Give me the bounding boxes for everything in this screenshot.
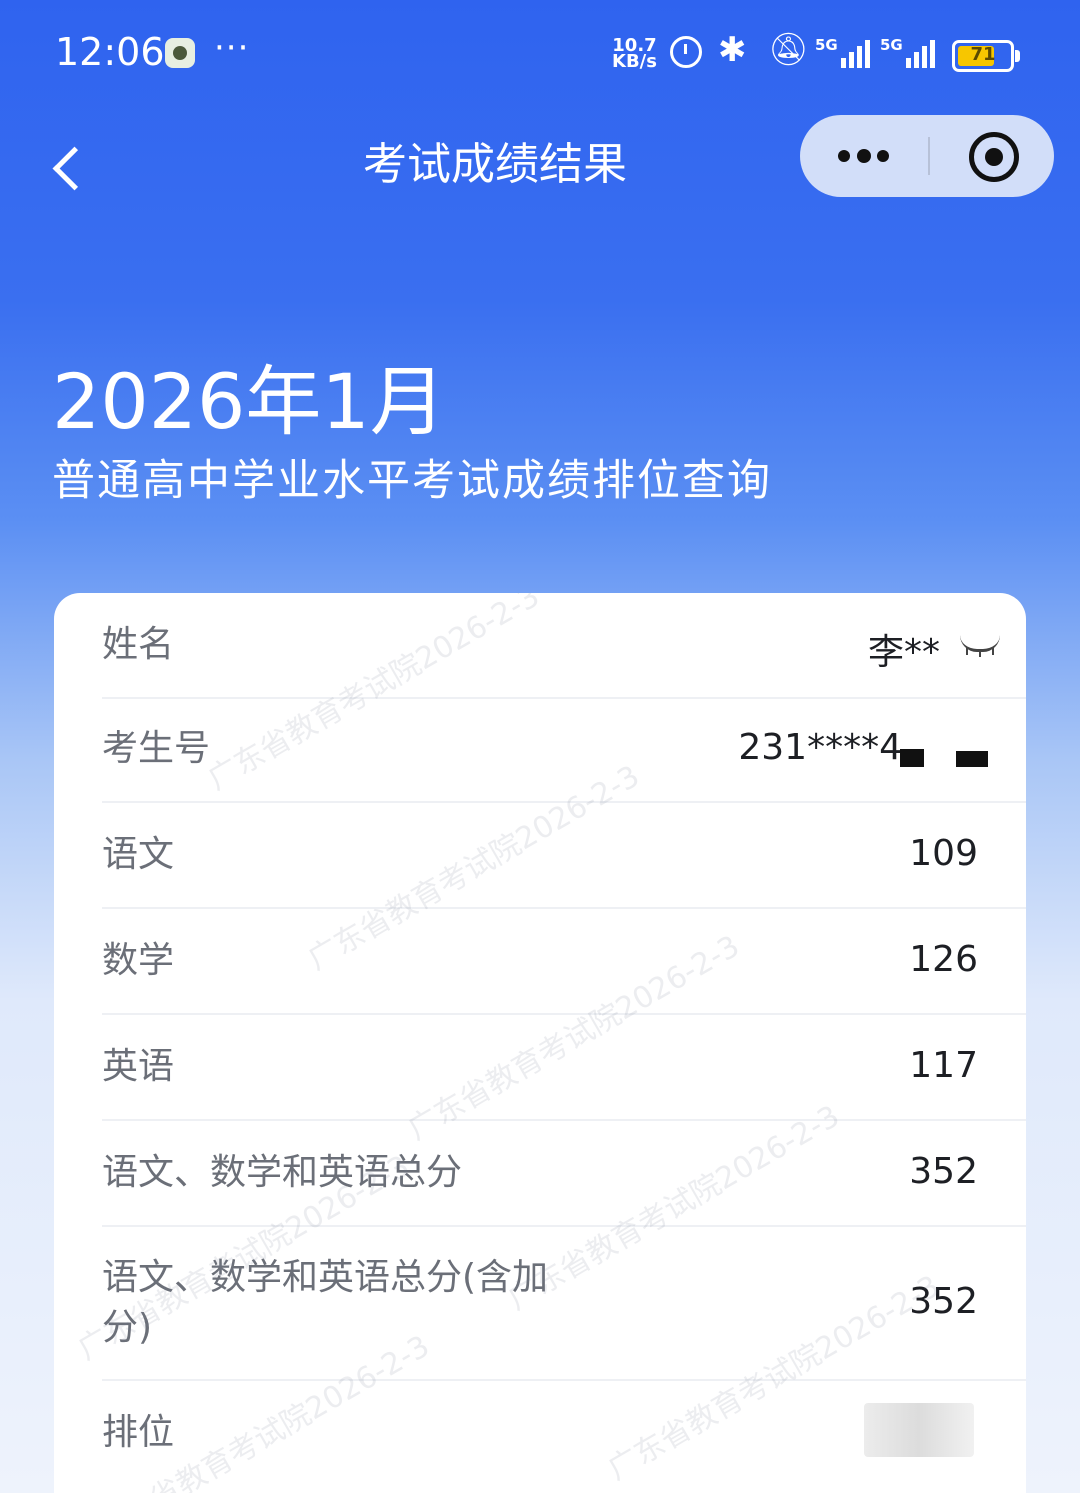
more-dot-icon <box>838 150 850 162</box>
row-exam-number: 考生号 231****4 <box>102 697 1026 803</box>
row-label: 语文、数学和英语总分(含加分) <box>102 1257 549 1348</box>
row-value: 352 <box>909 1151 978 1192</box>
sim1-signal-icon: 5G <box>815 36 875 68</box>
sim2-label: 5G <box>880 36 903 54</box>
blurred-rank-value <box>864 1403 974 1457</box>
exam-subtitle: 普通高中学业水平考试成绩排位查询 <box>52 456 772 506</box>
sim1-label: 5G <box>815 36 838 54</box>
row-value: 352 <box>909 1281 978 1322</box>
alarm-icon <box>670 36 702 68</box>
battery-icon: 71 <box>952 40 1020 72</box>
row-value: 126 <box>909 939 978 980</box>
row-value: 117 <box>909 1045 978 1086</box>
result-card: 姓名 李** 考生号 231****4 语文 109 数学 126 英语 117… <box>54 593 1026 1493</box>
eye-closed-icon[interactable] <box>960 635 1000 657</box>
row-total: 语文、数学和英语总分 352 <box>102 1119 1026 1227</box>
sim2-signal-icon: 5G <box>880 36 940 68</box>
redaction-block <box>900 749 924 767</box>
battery-percent: 71 <box>970 44 996 65</box>
more-dot-icon <box>877 150 889 162</box>
target-dot-icon <box>985 148 1003 166</box>
row-english: 英语 117 <box>102 1013 1026 1121</box>
row-math: 数学 126 <box>102 907 1026 1015</box>
row-label: 数学 <box>102 940 175 981</box>
row-chinese: 语文 109 <box>102 801 1026 909</box>
row-label: 语文 <box>102 834 175 875</box>
network-speed: 10.7 KB/s <box>612 37 657 72</box>
network-speed-unit: KB/s <box>612 51 657 72</box>
bell-muted-icon: 🔕︎ <box>768 30 809 68</box>
row-label: 姓名 <box>102 624 175 665</box>
status-time: 12:06 <box>55 30 165 74</box>
more-dot-icon <box>857 149 871 163</box>
bluetooth-icon: ✱ <box>718 30 747 70</box>
capsule-divider <box>928 137 930 175</box>
row-value: 李** <box>867 632 940 673</box>
redaction-block <box>956 751 988 767</box>
row-value: 231****4 <box>738 727 902 768</box>
row-label: 英语 <box>102 1046 175 1087</box>
miniprogram-capsule <box>800 115 1054 197</box>
app-notification-icon <box>165 38 195 68</box>
more-options-button[interactable] <box>800 115 927 197</box>
row-value: 109 <box>909 833 978 874</box>
row-name: 姓名 李** <box>102 593 1026 699</box>
status-more-icon: ··· <box>214 28 250 68</box>
status-bar: 12:06 ··· 10.7 KB/s ✱ 🔕︎ 5G 5G 71 <box>0 0 1080 105</box>
row-label: 排位 <box>102 1412 175 1453</box>
row-label: 考生号 <box>102 728 211 769</box>
row-rank: 排位 <box>102 1379 1026 1493</box>
row-label: 语文、数学和英语总分 <box>102 1152 463 1193</box>
close-miniprogram-button[interactable] <box>969 132 1019 182</box>
exam-date-heading: 2026年1月 <box>52 357 446 446</box>
row-total-with-bonus: 语文、数学和英语总分(含加分) 352 <box>102 1225 1026 1381</box>
